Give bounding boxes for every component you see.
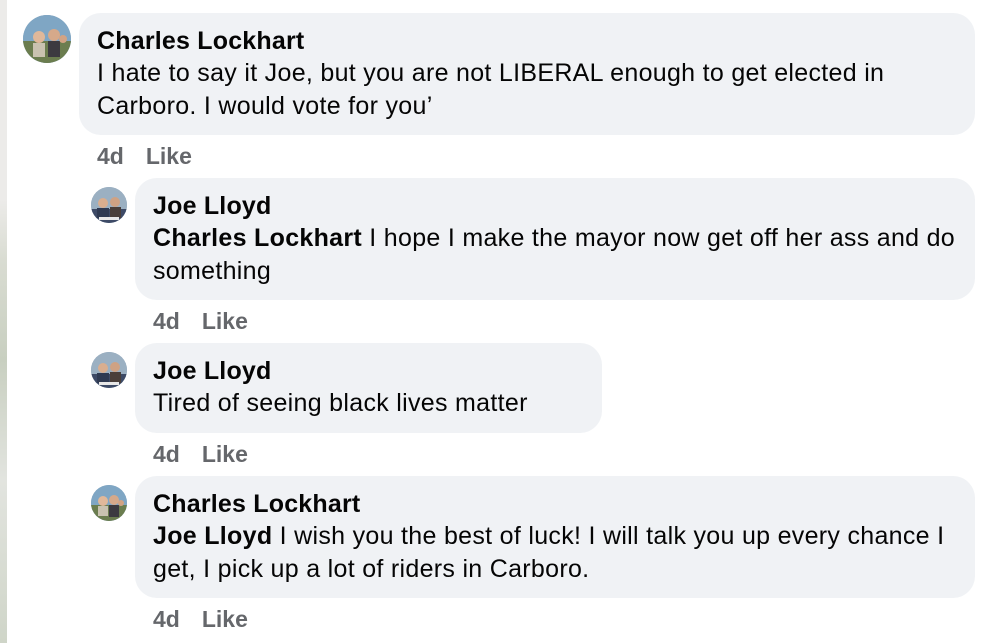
avatar-joe-lloyd[interactable] (91, 187, 127, 223)
window-edge (0, 0, 7, 643)
like-button[interactable]: Like (146, 143, 192, 169)
comment-text: Charles Lockhart I hope I make the mayor… (153, 222, 957, 288)
comment-thread: Charles Lockhart I hate to say it Joe, b… (0, 0, 1000, 643)
like-button[interactable]: Like (202, 308, 248, 334)
comment-bubble: Joe Lloyd Charles Lockhart I hope I make… (135, 178, 975, 300)
comment-actions: 4d Like (153, 307, 248, 335)
profile-photo-icon (91, 187, 127, 223)
comment-body: Tired of seeing black lives matter (153, 389, 528, 417)
mention-link[interactable]: Joe Lloyd (153, 522, 272, 550)
profile-photo-icon (91, 485, 127, 521)
comment-author[interactable]: Joe Lloyd (153, 355, 584, 387)
avatar-charles-lockhart[interactable] (23, 15, 71, 63)
comment-author[interactable]: Charles Lockhart (153, 488, 957, 520)
comment-bubble: Joe Lloyd Tired of seeing black lives ma… (135, 343, 602, 433)
comment-text: Tired of seeing black lives matter (153, 387, 584, 420)
comment-author[interactable]: Joe Lloyd (153, 190, 957, 222)
comment-body: I wish you the best of luck! I will talk… (153, 522, 945, 583)
profile-photo-icon (91, 352, 127, 388)
like-button[interactable]: Like (202, 441, 248, 467)
comment-timestamp[interactable]: 4d (153, 441, 180, 467)
avatar-joe-lloyd[interactable] (91, 352, 127, 388)
comment-timestamp[interactable]: 4d (153, 606, 180, 632)
profile-photo-icon (23, 15, 71, 63)
comment-timestamp[interactable]: 4d (97, 143, 124, 169)
avatar-charles-lockhart[interactable] (91, 485, 127, 521)
comment-text: Joe Lloyd I wish you the best of luck! I… (153, 520, 957, 586)
comment-text: I hate to say it Joe, but you are not LI… (97, 57, 957, 123)
comment-actions: 4d Like (97, 142, 192, 170)
comment-actions: 4d Like (153, 440, 248, 468)
like-button[interactable]: Like (202, 606, 248, 632)
comment-actions: 4d Like (153, 605, 248, 633)
comment-bubble: Charles Lockhart I hate to say it Joe, b… (79, 13, 975, 135)
comment-author[interactable]: Charles Lockhart (97, 25, 957, 57)
comment-bubble: Charles Lockhart Joe Lloyd I wish you th… (135, 476, 975, 598)
comment-body: I hate to say it Joe, but you are not LI… (97, 59, 885, 120)
comment-timestamp[interactable]: 4d (153, 308, 180, 334)
mention-link[interactable]: Charles Lockhart (153, 224, 362, 252)
